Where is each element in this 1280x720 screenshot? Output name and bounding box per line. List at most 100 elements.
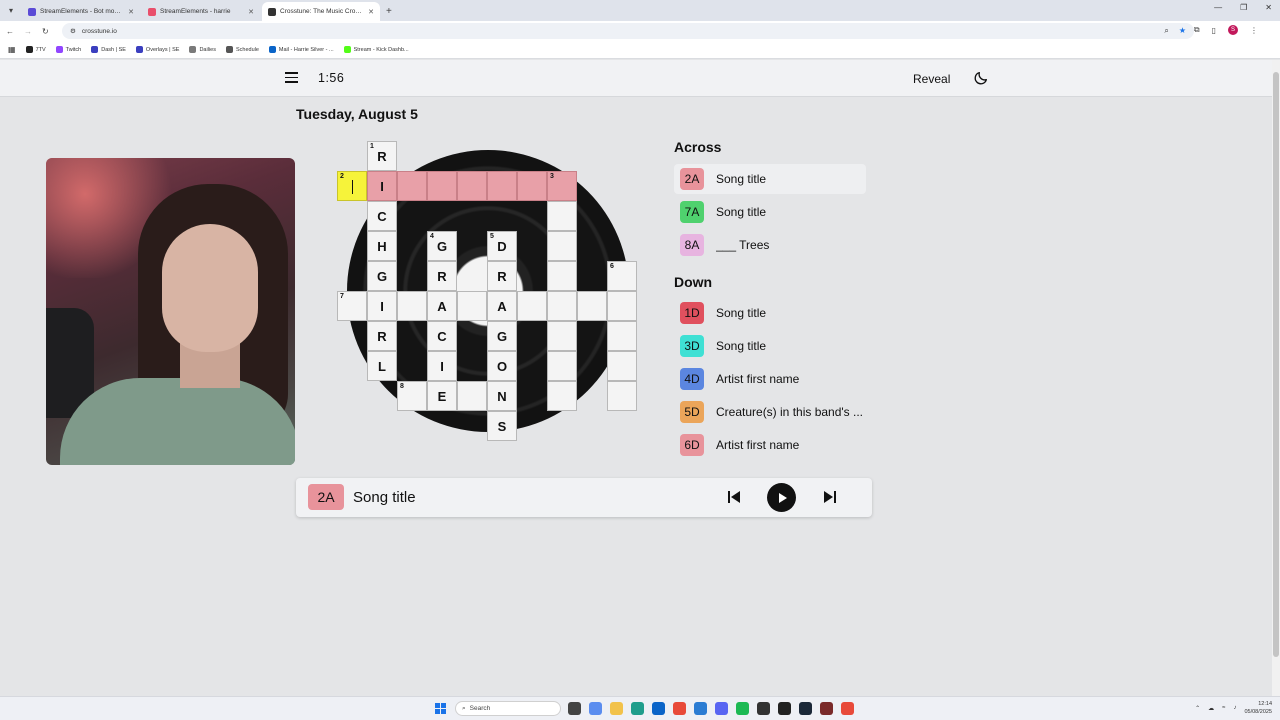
profile-avatar[interactable]: S (1228, 25, 1238, 35)
close-window-icon[interactable]: ✕ (1265, 3, 1272, 12)
crossword-cell[interactable] (517, 291, 547, 321)
crossword-cell[interactable]: A (427, 291, 457, 321)
crossword-cell[interactable] (397, 171, 427, 201)
minimize-icon[interactable]: — (1214, 3, 1222, 12)
crossword-cell[interactable] (517, 171, 547, 201)
tab-close-icon[interactable]: ✕ (128, 8, 134, 16)
crossword-cell[interactable] (457, 291, 487, 321)
crossword-cell[interactable] (577, 291, 607, 321)
copilot-icon[interactable] (589, 702, 602, 715)
wifi-icon[interactable]: ≈ (1222, 705, 1225, 711)
tray-chevron-icon[interactable]: ⌃ (1195, 705, 1200, 712)
bookmark-item[interactable]: Overlays | SE (135, 46, 179, 53)
crossword-cell[interactable] (487, 171, 517, 201)
crossword-cell[interactable] (547, 351, 577, 381)
extensions-icon[interactable]: ⧉ (1194, 25, 1200, 35)
clue-item-4d[interactable]: 4D Artist first name (674, 364, 866, 394)
edge-icon[interactable] (631, 702, 644, 715)
crossword-cell[interactable]: I (427, 351, 457, 381)
previous-clue-button[interactable] (724, 484, 744, 510)
crossword-cell[interactable] (607, 321, 637, 351)
sidebar-icon[interactable]: ▯ (1212, 26, 1216, 35)
crossword-cell[interactable] (607, 291, 637, 321)
crossword-cell[interactable]: 5D (487, 231, 517, 261)
crossword-cell[interactable]: E (427, 381, 457, 411)
crossword-cell[interactable] (547, 321, 577, 351)
crossword-cell[interactable] (547, 291, 577, 321)
dark-mode-moon-icon[interactable] (973, 70, 989, 86)
bookmark-item[interactable]: Mail - Harrie Silver - ... (268, 46, 334, 53)
obs-icon[interactable] (757, 702, 770, 715)
bookmark-item[interactable]: Dailies (189, 46, 216, 53)
crossword-cell[interactable]: R (427, 261, 457, 291)
chrome-profile-icon[interactable] (841, 702, 854, 715)
crossword-cell[interactable]: 4G (427, 231, 457, 261)
new-tab-button[interactable]: + (386, 2, 392, 21)
crossword-cell[interactable]: C (427, 321, 457, 351)
url-omnibox[interactable]: ⚙ crosstune.io ⌕ ★ (62, 23, 1194, 39)
crossword-cell[interactable]: A (487, 291, 517, 321)
crossword-cell[interactable] (397, 291, 427, 321)
steam-icon[interactable] (799, 702, 812, 715)
app-icon[interactable] (820, 702, 833, 715)
crossword-cell[interactable]: G (367, 261, 397, 291)
crossword-cell[interactable]: L (367, 351, 397, 381)
browser-tab-2[interactable]: Crosstune: The Music Crosswo ✕ (262, 2, 380, 21)
clue-item-2a[interactable]: 2A Song title (674, 164, 866, 194)
crossword-cell[interactable]: 1R (367, 141, 397, 171)
crossword-cell[interactable]: R (367, 321, 397, 351)
browser-tab-0[interactable]: StreamElements - Bot modules ✕ (22, 2, 140, 21)
crossword-cell[interactable]: 3 (547, 171, 577, 201)
x-app-icon[interactable] (778, 702, 791, 715)
crossword-cell[interactable] (607, 351, 637, 381)
tab-search-icon[interactable]: ▾ (0, 0, 22, 21)
bookmark-item[interactable]: 7TV (25, 46, 46, 53)
spotify-icon[interactable] (736, 702, 749, 715)
bookmark-item[interactable]: Twitch (55, 46, 81, 53)
play-button[interactable] (767, 483, 796, 512)
crossword-cell[interactable] (547, 201, 577, 231)
page-scrollbar-thumb[interactable] (1273, 72, 1279, 657)
clue-item-6d[interactable]: 6D Artist first name (674, 430, 866, 460)
browser-tab-1[interactable]: StreamElements - harrie ✕ (142, 2, 260, 21)
windows-start-icon[interactable] (435, 703, 446, 714)
crossword-cell[interactable] (547, 231, 577, 261)
reload-icon[interactable]: ↻ (42, 27, 49, 36)
reveal-button[interactable]: Reveal (913, 72, 950, 86)
crossword-cell[interactable]: G (487, 321, 517, 351)
crossword-cell[interactable] (427, 171, 457, 201)
crossword-cell[interactable]: I (367, 171, 397, 201)
chrome-icon[interactable] (673, 702, 686, 715)
forward-icon[interactable]: → (24, 27, 32, 36)
site-info-icon[interactable]: ⚙ (70, 27, 76, 35)
crossword-cell[interactable]: I (367, 291, 397, 321)
discord-icon[interactable] (715, 702, 728, 715)
crossword-cell[interactable] (457, 171, 487, 201)
crossword-cell[interactable] (547, 381, 577, 411)
crossword-cell[interactable]: 7 (337, 291, 367, 321)
tab-close-icon[interactable]: ✕ (248, 8, 254, 16)
crossword-cell[interactable]: O (487, 351, 517, 381)
next-clue-button[interactable] (820, 484, 840, 510)
bookmark-item[interactable]: Schedule (225, 46, 259, 53)
crossword-cell[interactable]: H (367, 231, 397, 261)
crossword-cell[interactable] (607, 381, 637, 411)
crossword-cell[interactable]: 6 (607, 261, 637, 291)
zoom-icon[interactable]: ⌕ (1164, 26, 1168, 36)
system-clock[interactable]: 12:14 05/08/2025 (1244, 700, 1272, 716)
apps-grid-icon[interactable]: ▦ (8, 45, 16, 54)
volume-icon[interactable]: ♪ (1233, 705, 1236, 711)
crossword-cell[interactable]: C (367, 201, 397, 231)
clue-item-5d[interactable]: 5D Creature(s) in this band's ... (674, 397, 866, 427)
back-icon[interactable]: ← (6, 27, 14, 36)
crossword-cell[interactable] (457, 381, 487, 411)
crossword-cell[interactable]: S (487, 411, 517, 441)
clue-item-8a[interactable]: 8A ___ Trees (674, 230, 866, 260)
taskbar-search[interactable]: ⌕ Search (455, 701, 561, 716)
hamburger-menu-icon[interactable] (285, 72, 298, 83)
clue-item-1d[interactable]: 1D Song title (674, 298, 866, 328)
clue-item-7a[interactable]: 7A Song title (674, 197, 866, 227)
restore-icon[interactable]: ❐ (1240, 3, 1247, 12)
crossword-cell[interactable]: 8 (397, 381, 427, 411)
bookmark-item[interactable]: Stream - Kick Dashb... (343, 46, 409, 53)
